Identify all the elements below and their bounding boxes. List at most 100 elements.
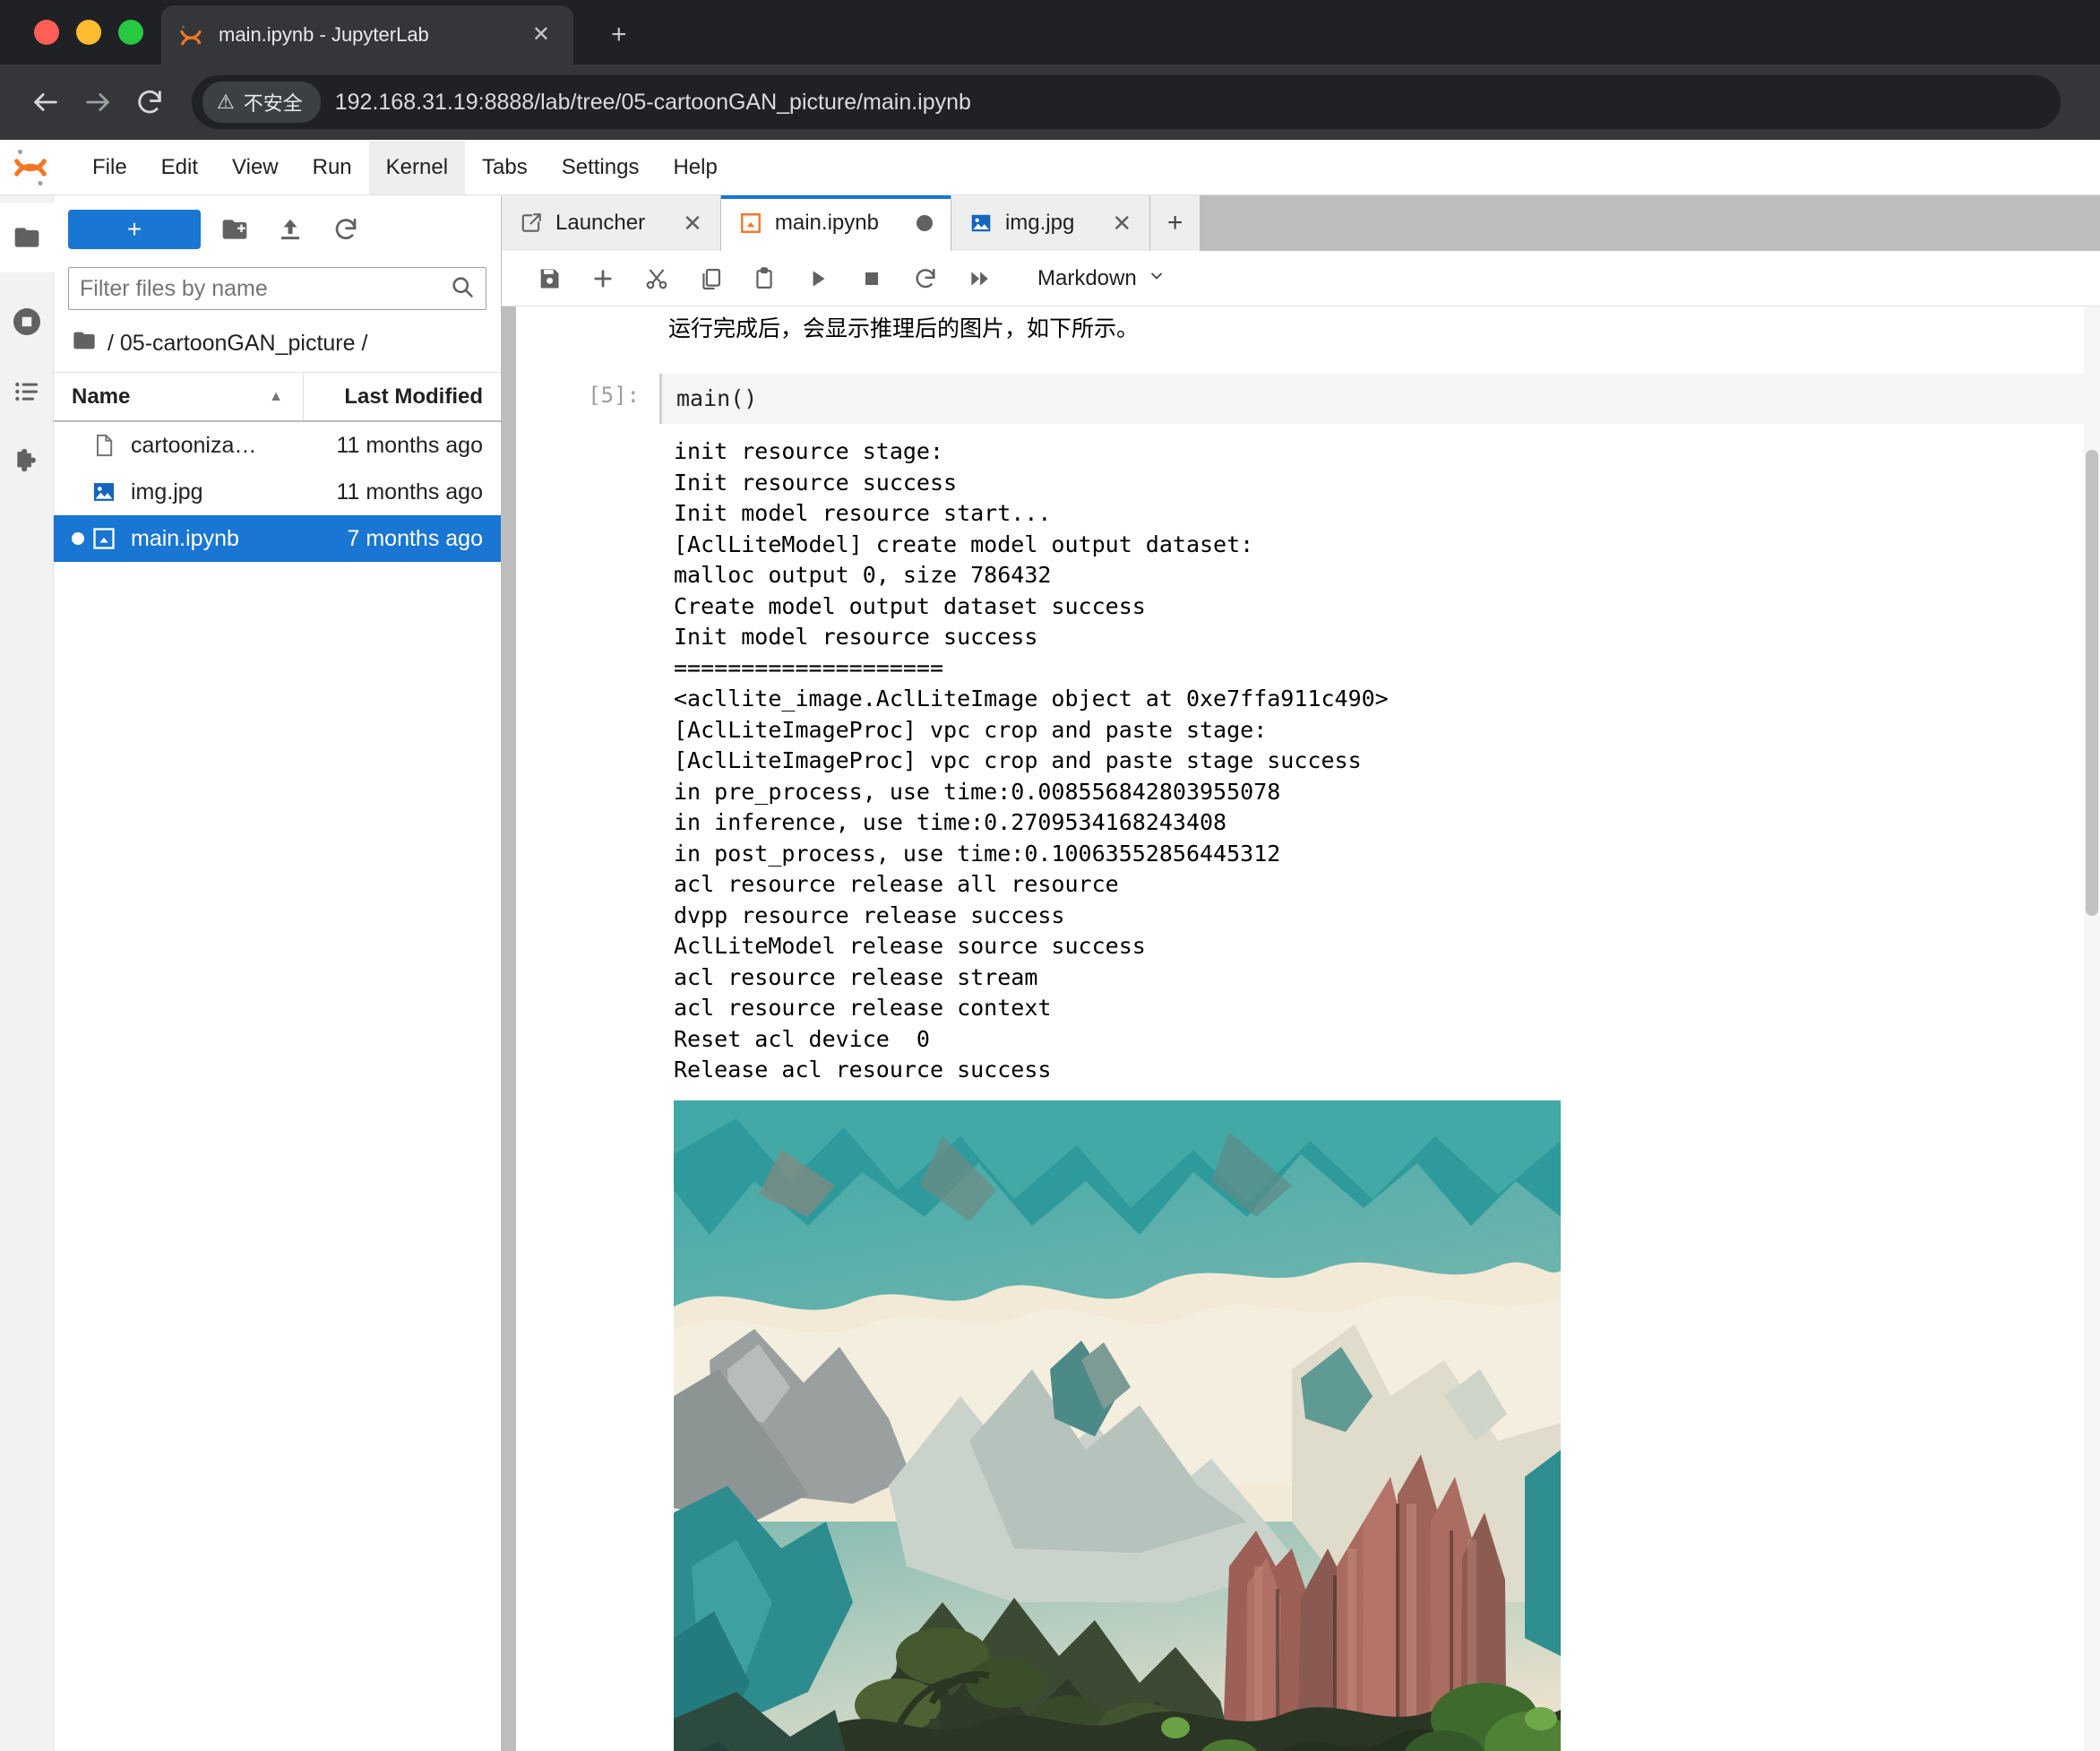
- back-button[interactable]: [20, 76, 72, 128]
- jupyter-favicon-icon: [177, 22, 204, 48]
- code-cell-body: main() init resource stage: Init resourc…: [659, 374, 2084, 1751]
- filter-files-input[interactable]: [80, 276, 450, 302]
- tab-bar-filler: [1201, 195, 2100, 251]
- new-browser-tab-button[interactable]: +: [602, 18, 636, 52]
- refresh-icon: [332, 216, 359, 243]
- new-launcher-button[interactable]: +: [68, 210, 201, 249]
- tab-label: Launcher: [555, 211, 645, 236]
- notebook-content: 运行完成后，会显示推理后的图片，如下所示。 [5]: main() init r…: [516, 306, 2084, 1751]
- jupyterlab-menubar: File Edit View Run Kernel Tabs Settings …: [0, 140, 2100, 195]
- menu-view[interactable]: View: [215, 141, 296, 194]
- column-header-name[interactable]: Name ▲: [54, 373, 304, 420]
- restart-icon: [913, 266, 938, 291]
- scrollbar-thumb[interactable]: [2086, 450, 2098, 916]
- browser-navbar: ⚠ 不安全 192.168.31.19:8888/lab/tree/05-car…: [0, 65, 2100, 140]
- restart-run-all-button[interactable]: [955, 256, 1003, 301]
- browser-tab-close-icon[interactable]: ✕: [525, 21, 557, 49]
- list-item-modified: 11 months ago: [304, 479, 501, 505]
- paste-cell-button[interactable]: [740, 256, 788, 301]
- markdown-cell[interactable]: 运行完成后，会显示推理后的图片，如下所示。: [516, 306, 2084, 374]
- browser-titlebar: main.ipynb - JupyterLab ✕ +: [0, 0, 2100, 65]
- sidebar-item-file-browser[interactable]: [0, 203, 54, 272]
- main-dock-panel: Launcher ✕ main.ipynb: [502, 195, 2100, 1751]
- menu-kernel[interactable]: Kernel: [369, 141, 465, 194]
- tab-launcher[interactable]: Launcher ✕: [502, 195, 721, 251]
- maximize-window-button[interactable]: [118, 20, 143, 45]
- browser-tab-title: main.ipynb - JupyterLab: [219, 23, 525, 47]
- security-status-chip[interactable]: ⚠ 不安全: [202, 82, 321, 123]
- new-tab-button[interactable]: +: [1150, 195, 1201, 251]
- interrupt-kernel-button[interactable]: [848, 256, 896, 301]
- list-item[interactable]: cartooniza… 11 months ago: [54, 422, 501, 469]
- code-cell-prompt: [5]:: [516, 374, 659, 1751]
- list-item-modified: 7 months ago: [304, 526, 501, 552]
- cell-type-dropdown[interactable]: Markdown: [1027, 259, 1176, 298]
- restart-kernel-button[interactable]: [901, 256, 950, 301]
- tab-img-jpg[interactable]: img.jpg ✕: [951, 195, 1150, 251]
- code-output-stream: init resource stage: Init resource succe…: [659, 424, 2084, 1086]
- cell-type-value: Markdown: [1037, 266, 1137, 291]
- sidebar-item-table-of-contents[interactable]: [0, 357, 54, 427]
- play-icon: [806, 267, 830, 290]
- notebook-left-edge: [502, 306, 516, 1751]
- refresh-file-list-button[interactable]: [324, 210, 367, 249]
- window-traffic-lights: [34, 20, 143, 45]
- file-filter-box[interactable]: [68, 267, 486, 310]
- menu-edit[interactable]: Edit: [144, 141, 215, 194]
- run-cell-button[interactable]: [794, 256, 842, 301]
- list-item-modified: 11 months ago: [304, 433, 501, 459]
- notebook-scroll-area: 运行完成后，会显示推理后的图片，如下所示。 [5]: main() init r…: [502, 306, 2100, 1751]
- fast-forward-icon: [968, 267, 991, 290]
- plus-icon: [590, 266, 615, 291]
- menu-help[interactable]: Help: [656, 141, 734, 194]
- reload-button[interactable]: [124, 76, 176, 128]
- file-icon: [91, 433, 118, 458]
- sidebar-item-running-sessions[interactable]: [0, 287, 54, 357]
- copy-cell-button[interactable]: [686, 256, 735, 301]
- minimize-window-button[interactable]: [76, 20, 101, 45]
- notebook-icon: [739, 211, 762, 235]
- close-window-button[interactable]: [34, 20, 59, 45]
- list-item-name: img.jpg: [131, 479, 304, 505]
- code-editor[interactable]: main(): [659, 374, 2084, 424]
- insert-cell-button[interactable]: [579, 256, 627, 301]
- image-file-icon: [91, 479, 118, 505]
- column-header-last-modified-label: Last Modified: [344, 384, 483, 410]
- menu-file[interactable]: File: [75, 141, 144, 194]
- new-folder-button[interactable]: [213, 210, 256, 249]
- upload-files-button[interactable]: [269, 210, 312, 249]
- cut-cell-button[interactable]: [633, 256, 681, 301]
- tab-main-ipynb[interactable]: main.ipynb: [721, 195, 951, 251]
- image-file-icon: [969, 211, 993, 235]
- cartoonized-output-image: [674, 1100, 1561, 1751]
- breadcrumb-path: / 05-cartoonGAN_picture /: [108, 331, 367, 357]
- address-bar[interactable]: ⚠ 不安全 192.168.31.19:8888/lab/tree/05-car…: [192, 75, 2061, 129]
- unsaved-changes-dot[interactable]: [917, 215, 933, 231]
- breadcrumb[interactable]: / 05-cartoonGAN_picture /: [54, 321, 501, 372]
- menu-run[interactable]: Run: [296, 141, 369, 194]
- save-button[interactable]: [525, 256, 573, 301]
- new-folder-icon: [220, 215, 249, 244]
- list-item[interactable]: img.jpg 11 months ago: [54, 469, 501, 515]
- browser-tab-main-ipynb[interactable]: main.ipynb - JupyterLab ✕: [161, 5, 573, 65]
- warning-triangle-icon: ⚠: [217, 92, 235, 112]
- close-icon[interactable]: ✕: [1087, 211, 1132, 235]
- browser-chrome: main.ipynb - JupyterLab ✕ + ⚠ 不安全 192: [0, 0, 2100, 140]
- markdown-cell-body: 运行完成后，会显示推理后的图片，如下所示。: [659, 312, 2084, 347]
- list-item-name: main.ipynb: [131, 526, 304, 552]
- close-icon[interactable]: ✕: [658, 211, 702, 235]
- code-cell[interactable]: [5]: main() init resource stage: Init re…: [516, 374, 2084, 1751]
- menu-tabs[interactable]: Tabs: [465, 141, 545, 194]
- launcher-icon: [520, 211, 543, 235]
- menu-settings[interactable]: Settings: [545, 141, 657, 194]
- file-browser-toolbar: +: [54, 195, 501, 262]
- list-item[interactable]: main.ipynb 7 months ago: [54, 515, 501, 562]
- forward-button[interactable]: [72, 76, 124, 128]
- stop-icon: [861, 268, 882, 289]
- column-header-last-modified[interactable]: Last Modified: [304, 373, 501, 420]
- security-status-label: 不安全: [244, 88, 303, 116]
- jupyter-logo-icon: [13, 147, 48, 188]
- paste-icon: [752, 266, 777, 291]
- notebook-vertical-scrollbar[interactable]: [2084, 306, 2100, 1751]
- sidebar-item-extension-manager[interactable]: [0, 427, 54, 496]
